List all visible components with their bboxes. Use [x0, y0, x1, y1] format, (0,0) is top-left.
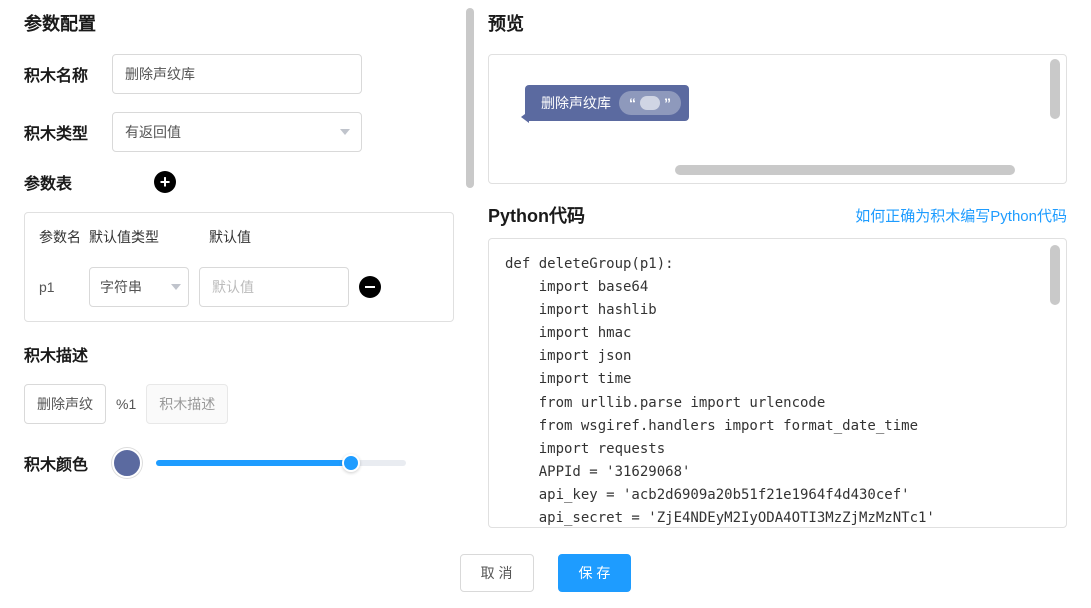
- code-line: APPId = '31629068': [505, 461, 1050, 484]
- save-button[interactable]: 保 存: [558, 554, 632, 592]
- block-name-input[interactable]: [112, 54, 362, 94]
- block-name-label: 积木名称: [24, 62, 112, 86]
- remove-param-button[interactable]: [359, 276, 381, 298]
- cancel-button[interactable]: 取 消: [460, 554, 534, 592]
- param-table: 参数名 默认值类型 默认值 p1 字符串: [24, 212, 454, 322]
- param-default-input[interactable]: [199, 267, 349, 307]
- scrollbar-vertical[interactable]: [1050, 245, 1060, 305]
- code-title: Python代码: [488, 202, 585, 228]
- param-header-dtype: 默认值类型: [89, 227, 209, 247]
- params-config-title: 参数配置: [24, 10, 454, 36]
- block-string-slot: “ ”: [619, 91, 681, 115]
- block-preview[interactable]: 删除声纹库 “ ”: [525, 85, 689, 121]
- quote-right-icon: ”: [664, 95, 671, 111]
- desc-placeholder-box[interactable]: 积木描述: [146, 384, 228, 424]
- param-row: p1 字符串: [25, 257, 453, 321]
- footer: 取 消 保 存: [0, 538, 1091, 608]
- param-name: p1: [39, 279, 79, 295]
- quote-left-icon: “: [629, 95, 636, 111]
- code-line: import hashlib: [505, 299, 1050, 322]
- desc-text-box[interactable]: 删除声纹: [24, 384, 106, 424]
- code-line: import json: [505, 345, 1050, 368]
- slider-thumb[interactable]: [342, 454, 360, 472]
- code-line: def deleteGroup(p1):: [505, 253, 1050, 276]
- color-swatch[interactable]: [112, 448, 142, 478]
- block-type-select[interactable]: 有返回值: [112, 112, 362, 152]
- preview-title: 预览: [488, 10, 1067, 36]
- param-header-name: 参数名: [39, 227, 89, 247]
- code-line: import requests: [505, 438, 1050, 461]
- code-line: import hmac: [505, 322, 1050, 345]
- color-slider[interactable]: [156, 460, 406, 466]
- desc-label: 积木描述: [24, 342, 454, 366]
- block-type-label: 积木类型: [24, 120, 112, 144]
- code-line: from urllib.parse import urlencode: [505, 392, 1050, 415]
- param-header-default: 默认值: [209, 227, 439, 247]
- color-label: 积木颜色: [24, 451, 112, 475]
- right-panel: 预览 删除声纹库 “ ” Python代码 如何正确为积木编写Python代码 …: [478, 0, 1091, 538]
- code-line: from wsgiref.handlers import format_date…: [505, 415, 1050, 438]
- scrollbar-vertical[interactable]: [1050, 59, 1060, 119]
- code-line: api_key = 'acb2d6909a20b51f21e1964f4d430…: [505, 484, 1050, 507]
- code-line: import time: [505, 368, 1050, 391]
- code-line: import base64: [505, 276, 1050, 299]
- add-param-button[interactable]: [154, 171, 176, 193]
- block-label: 删除声纹库: [541, 93, 611, 113]
- code-help-link[interactable]: 如何正确为积木编写Python代码: [855, 205, 1067, 226]
- chevron-down-icon: [171, 284, 181, 290]
- desc-percent-token: %1: [116, 396, 136, 412]
- preview-box: 删除声纹库 “ ”: [488, 54, 1067, 184]
- left-panel: 参数配置 积木名称 积木类型 有返回值 参数表 参数名 默认值类型 默认值 p1: [0, 0, 478, 538]
- code-editor[interactable]: def deleteGroup(p1): import base64 impor…: [488, 238, 1067, 528]
- scrollbar-horizontal[interactable]: [675, 165, 1015, 175]
- scrollbar-vertical[interactable]: [466, 8, 474, 188]
- chevron-down-icon: [340, 129, 350, 135]
- code-line: api_secret = 'ZjE4NDEyM2IyODA4OTI3MzZjMz…: [505, 507, 1050, 528]
- param-table-label: 参数表: [24, 170, 112, 194]
